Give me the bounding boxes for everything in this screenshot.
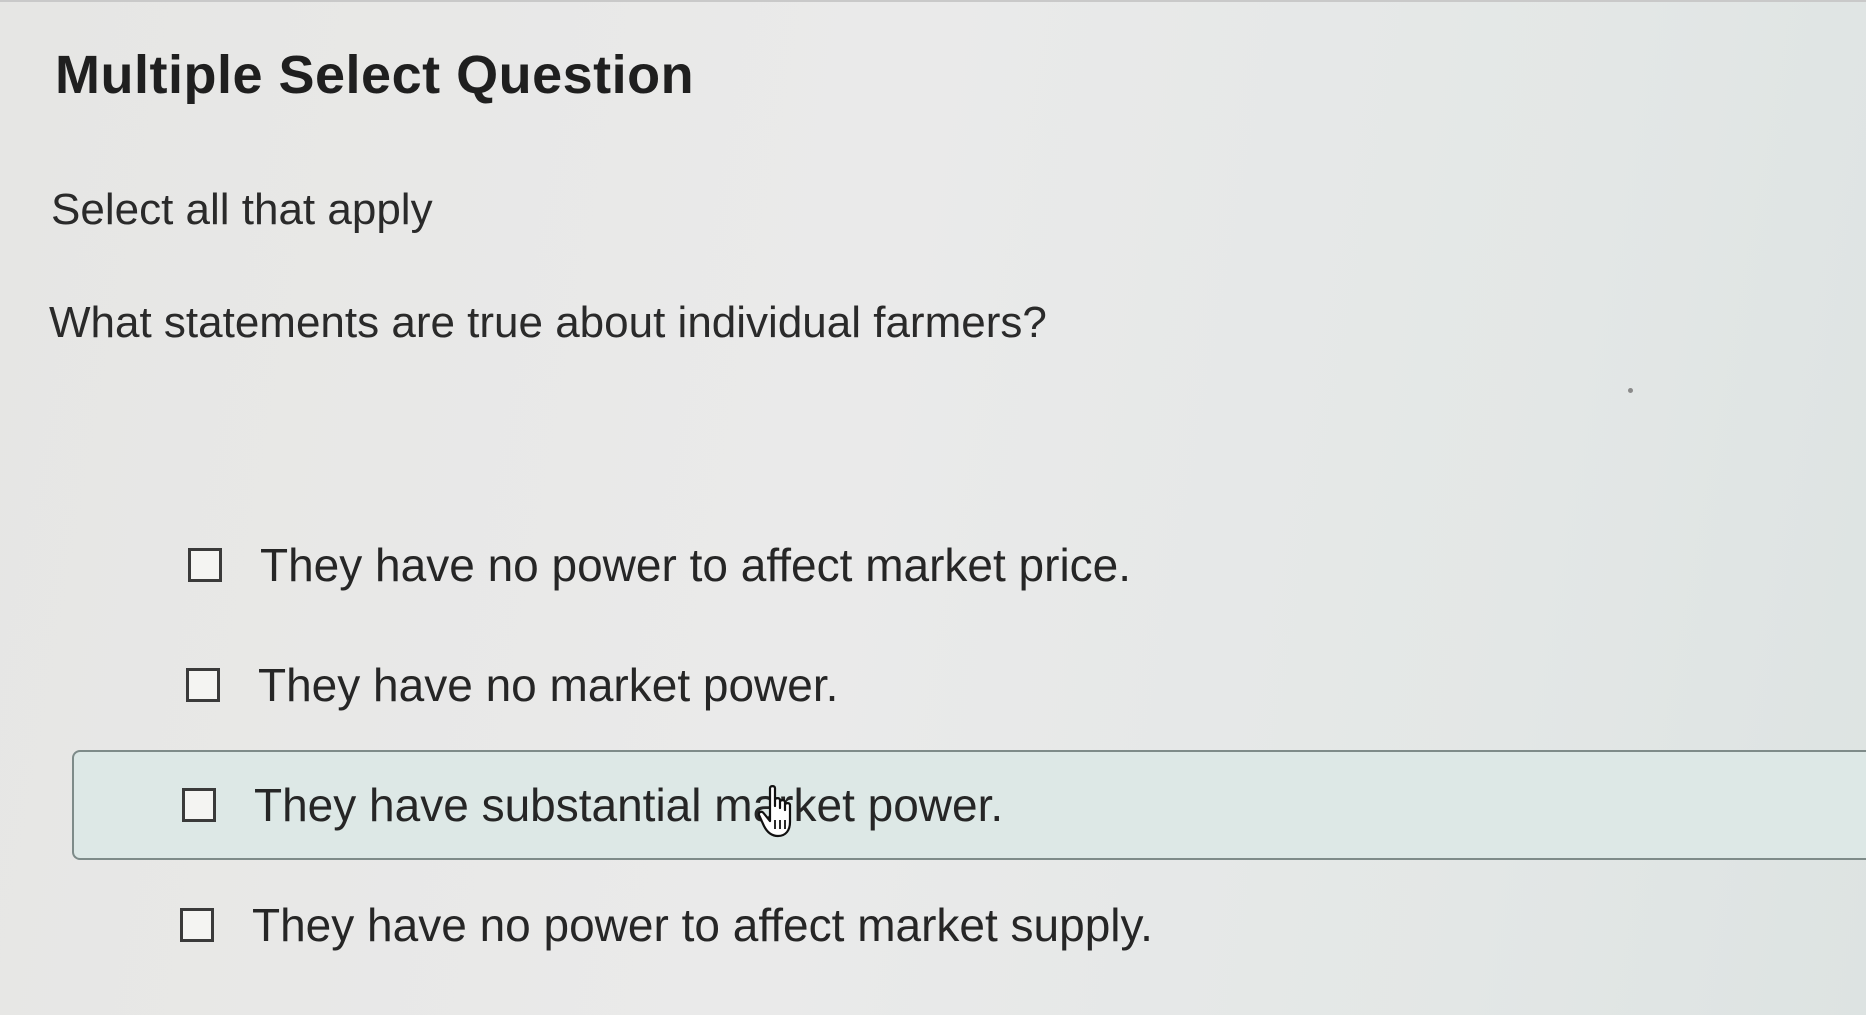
checkbox-icon[interactable] bbox=[182, 788, 216, 822]
answer-option-3[interactable]: They have substantial market power. bbox=[72, 750, 1866, 860]
checkbox-icon[interactable] bbox=[188, 548, 222, 582]
question-prompt: What statements are true about individua… bbox=[49, 298, 1047, 347]
answer-option-label: They have no power to affect market pric… bbox=[260, 539, 1132, 591]
hand-pointer-icon bbox=[758, 785, 792, 838]
answer-option-2[interactable]: They have no market power. bbox=[186, 630, 1286, 740]
checkbox-icon[interactable] bbox=[180, 908, 214, 942]
answer-option-4[interactable]: They have no power to affect market supp… bbox=[180, 870, 1380, 980]
answer-option-1[interactable]: They have no power to affect market pric… bbox=[188, 510, 1288, 620]
answer-option-label: They have substantial market power. bbox=[254, 779, 1004, 831]
question-page: Multiple Select Question Select all that… bbox=[0, 0, 1866, 1015]
answer-option-label: They have no power to affect market supp… bbox=[252, 899, 1153, 951]
question-instruction: Select all that apply bbox=[51, 185, 433, 234]
screen-speck bbox=[1628, 388, 1633, 393]
question-title: Multiple Select Question bbox=[55, 45, 695, 105]
answer-option-label: They have no market power. bbox=[258, 659, 839, 711]
checkbox-icon[interactable] bbox=[186, 668, 220, 702]
top-divider bbox=[0, 0, 1866, 2]
